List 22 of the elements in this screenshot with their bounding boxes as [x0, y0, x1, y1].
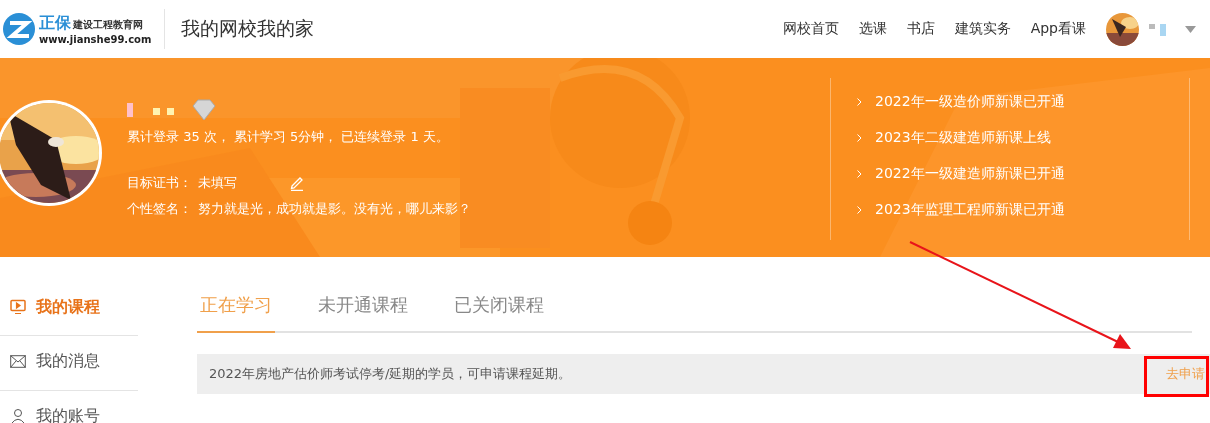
- apply-link[interactable]: 去申请: [1166, 365, 1205, 383]
- user-icon: [10, 408, 26, 423]
- caret-icon[interactable]: [1185, 25, 1196, 33]
- site-title: 我的网校我的家: [181, 16, 314, 41]
- nav-link[interactable]: 选课: [858, 20, 887, 38]
- sidebar-item[interactable]: 我的账号: [0, 391, 138, 423]
- nav-link[interactable]: 建筑实务: [954, 20, 1011, 38]
- tab[interactable]: 正在学习: [197, 293, 275, 333]
- logo-url: www.jianshe99.com: [39, 34, 152, 45]
- highlight-frame: [1144, 356, 1209, 397]
- nav-link[interactable]: App看课: [1030, 20, 1086, 38]
- tab[interactable]: 已关闭课程: [451, 293, 547, 333]
- nav-link[interactable]: 网校首页: [782, 20, 839, 38]
- tab[interactable]: 未开通课程: [315, 293, 411, 333]
- sidebar-item[interactable]: 我的课程: [0, 293, 138, 336]
- logo-brand: 正保: [39, 13, 71, 34]
- nav-link[interactable]: 书店: [906, 20, 935, 38]
- notice-text: 2022年房地产估价师考试停考/延期的学员，可申请课程延期。: [209, 365, 572, 383]
- logo-tagline: 建设工程教育网: [73, 18, 143, 32]
- screen-icon: [10, 299, 26, 315]
- sidebar-item[interactable]: 我的消息: [0, 336, 138, 391]
- mail-icon: [10, 354, 26, 368]
